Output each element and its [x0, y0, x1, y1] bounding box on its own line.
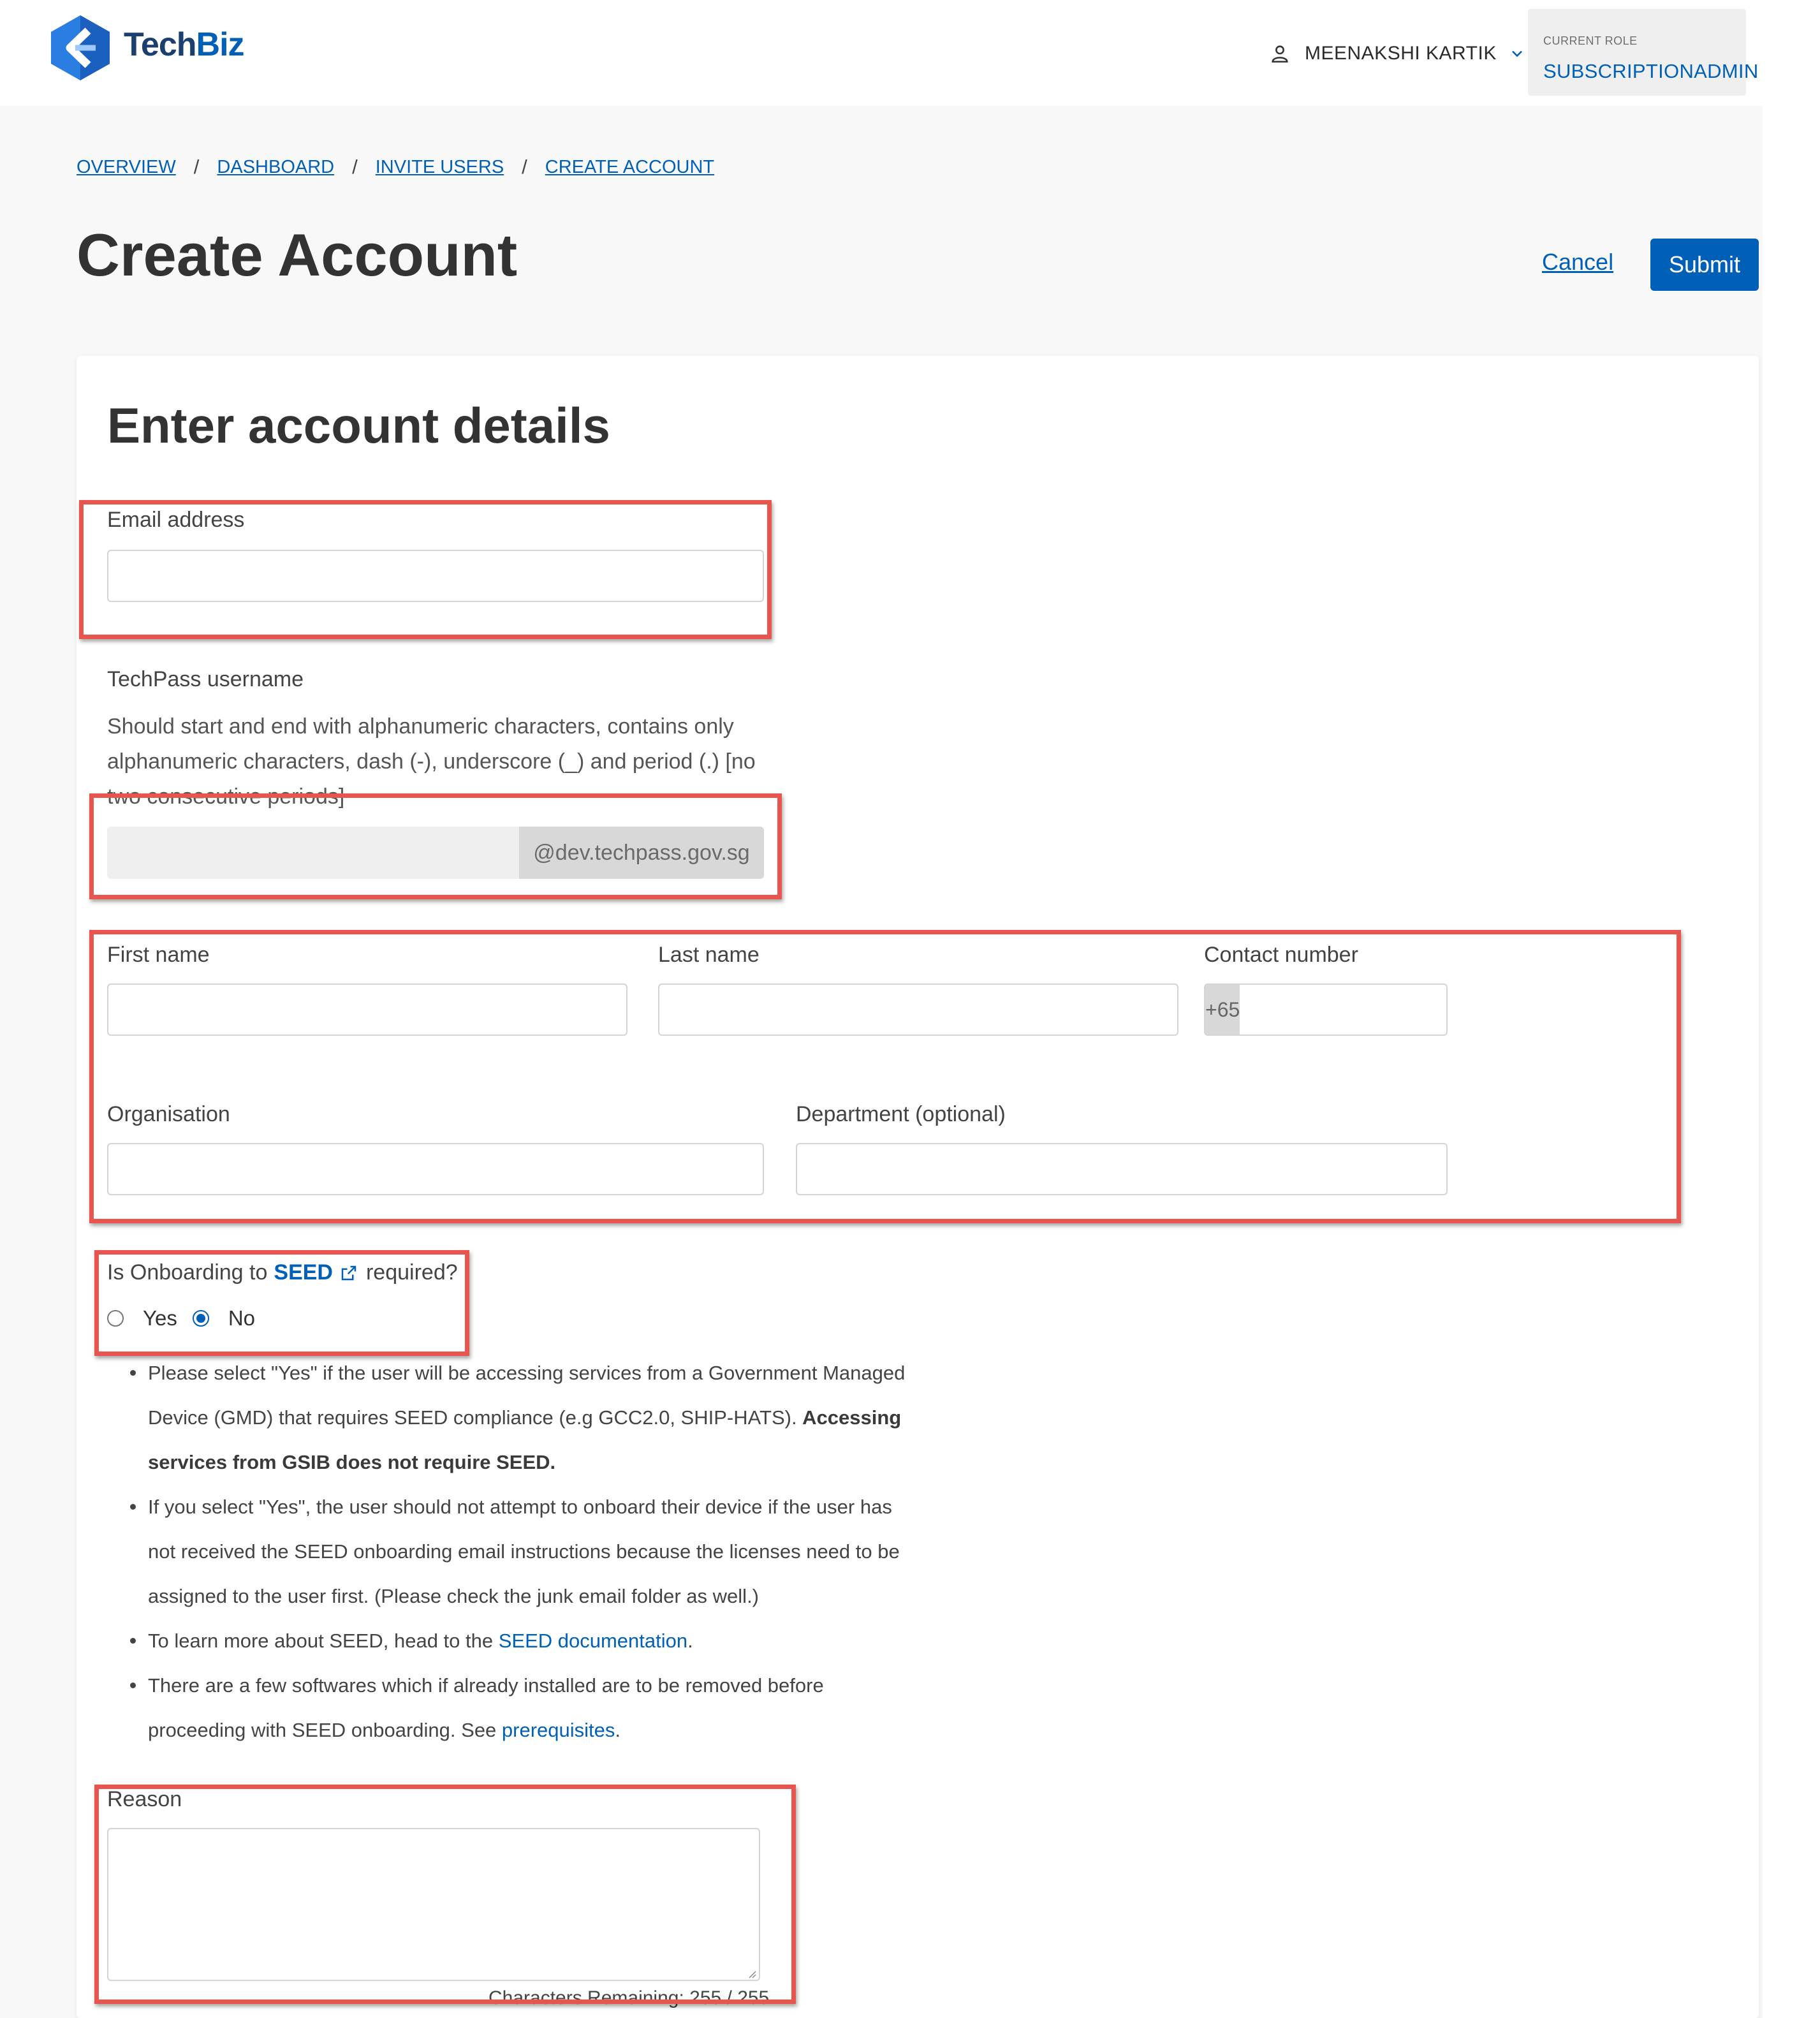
seed-radio-group: Yes No — [107, 1306, 270, 1330]
seed-question: Is Onboarding to SEED required? — [107, 1260, 458, 1285]
seed-radio-yes[interactable] — [107, 1310, 124, 1327]
techbiz-logo-text[interactable]: TechBiz — [124, 26, 245, 64]
breadcrumb-separator: / — [352, 156, 358, 178]
seed-question-prefix: Is Onboarding to — [107, 1260, 268, 1285]
techpass-username-input[interactable] — [107, 827, 519, 879]
seed-radio-no-label[interactable]: No — [228, 1306, 255, 1330]
organisation-label: Organisation — [107, 1102, 230, 1126]
breadcrumb-overview[interactable]: OVERVIEW — [77, 157, 176, 178]
breadcrumb-dashboard[interactable]: DASHBOARD — [217, 157, 334, 178]
section-title: Enter account details — [107, 397, 610, 453]
techpass-username-hint: Should start and end with alphanumeric c… — [107, 714, 756, 809]
list-item: There are a few softwares which if alrea… — [126, 1663, 911, 1753]
techpass-username-label: TechPass username — [107, 667, 304, 691]
organisation-input[interactable] — [107, 1143, 764, 1195]
chevron-down-icon — [1511, 50, 1522, 57]
seed-link[interactable]: SEED — [274, 1260, 333, 1285]
seed-documentation-link[interactable]: SEED documentation — [499, 1630, 687, 1652]
last-name-label: Last name — [658, 943, 760, 967]
email-input[interactable] — [107, 550, 764, 602]
current-role-label: CURRENT ROLE — [1543, 34, 1638, 47]
seed-radio-yes-label[interactable]: Yes — [143, 1306, 177, 1330]
techpass-username-group: @dev.techpass.gov.sg — [107, 827, 764, 879]
breadcrumb-invite-users[interactable]: INVITE USERS — [376, 157, 504, 178]
resize-grip-icon[interactable] — [747, 1970, 756, 1978]
seed-radio-no[interactable] — [192, 1310, 209, 1327]
breadcrumb-separator: / — [522, 156, 527, 178]
breadcrumb: OVERVIEW / DASHBOARD / INVITE USERS / CR… — [77, 156, 714, 179]
seed-info-list: Please select "Yes" if the user will be … — [126, 1351, 911, 1753]
first-name-input[interactable] — [107, 983, 627, 1036]
submit-button[interactable]: Submit — [1650, 239, 1759, 291]
cancel-link[interactable]: Cancel — [1542, 249, 1613, 276]
reason-textarea[interactable] — [107, 1828, 760, 1981]
last-name-input[interactable] — [658, 983, 1178, 1036]
prerequisites-link[interactable]: prerequisites — [502, 1719, 615, 1741]
logo-biz-text: Biz — [196, 26, 245, 63]
department-label: Department (optional) — [796, 1102, 1006, 1126]
seed-info-text: There are a few softwares which if alrea… — [148, 1674, 824, 1741]
user-name: MEENAKSHI KARTIK — [1305, 43, 1497, 64]
techbiz-logo-icon — [51, 15, 110, 80]
contact-number-label: Contact number — [1204, 943, 1358, 967]
reason-label: Reason — [107, 1787, 182, 1811]
contact-number-group: +65 — [1204, 983, 1448, 1036]
seed-info-text: . — [615, 1719, 621, 1741]
seed-info-text: Please select "Yes" if the user will be … — [148, 1362, 906, 1429]
list-item: If you select "Yes", the user should not… — [126, 1485, 911, 1619]
current-role-box[interactable]: CURRENT ROLE SUBSCRIPTIONADMIN — [1528, 9, 1758, 96]
logo-tech-text: Tech — [124, 26, 197, 63]
seed-question-suffix: required? — [365, 1260, 458, 1285]
seed-info-text: If you select "Yes", the user should not… — [148, 1496, 900, 1607]
list-item: To learn more about SEED, head to the SE… — [126, 1619, 911, 1663]
top-header: TechBiz MEENAKSHI KARTIK CURRENT ROLE SU… — [0, 0, 1820, 106]
email-label: Email address — [107, 508, 245, 532]
user-icon — [1272, 45, 1288, 63]
breadcrumb-create-account[interactable]: CREATE ACCOUNT — [545, 157, 714, 178]
contact-number-input[interactable] — [1240, 985, 1446, 1035]
characters-remaining: Characters Remaining: 255 / 255 — [488, 1987, 770, 2008]
seed-info-text: . — [687, 1630, 693, 1652]
seed-info-text: To learn more about SEED, head to the — [148, 1630, 499, 1652]
techpass-domain-suffix: @dev.techpass.gov.sg — [519, 827, 764, 879]
page-title: Create Account — [77, 221, 518, 288]
first-name-label: First name — [107, 943, 210, 967]
list-item: Please select "Yes" if the user will be … — [126, 1351, 911, 1485]
external-link-icon[interactable] — [339, 1263, 358, 1283]
current-role-value: SUBSCRIPTIONADMIN — [1543, 60, 1759, 82]
user-menu-dropdown[interactable]: MEENAKSHI KARTIK — [1269, 37, 1526, 70]
department-input[interactable] — [796, 1143, 1448, 1195]
breadcrumb-separator: / — [193, 156, 200, 178]
country-code-prefix: +65 — [1205, 985, 1240, 1035]
